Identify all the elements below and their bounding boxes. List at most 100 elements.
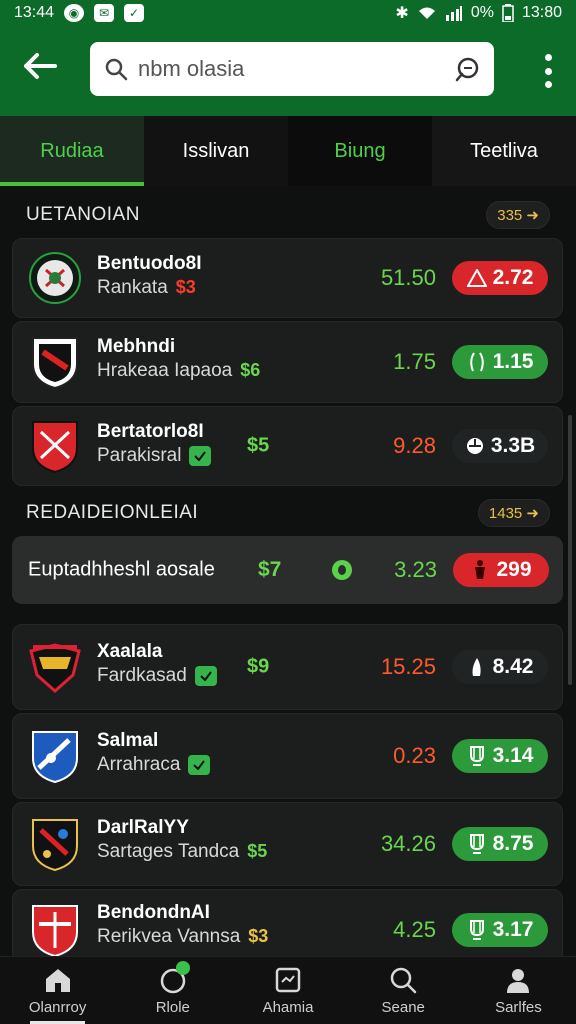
price-tag: $9 — [247, 655, 270, 678]
nav-item-home[interactable]: Olanrroy — [0, 957, 115, 1024]
section-header: REDAIDEIONLEIAI 1435 ➜ — [26, 498, 550, 528]
team-subtitle: Hrakeaa Iapaoa $6 — [97, 360, 261, 381]
odds-value: 1.75 — [393, 349, 436, 374]
back-button[interactable] — [22, 48, 58, 84]
ticket-icon — [188, 754, 211, 775]
odds-value: 15.25 — [380, 654, 436, 679]
section-title: UETANOIAN — [26, 204, 140, 225]
dot-icon — [544, 54, 552, 61]
trophy-icon — [467, 745, 487, 767]
featured-title: Euptadhheshl aosale — [28, 558, 215, 581]
bet-pill[interactable]: 1.15 — [452, 345, 548, 379]
team-name: BendondnAI — [97, 902, 210, 923]
blue-shield-icon — [32, 731, 78, 784]
featured-value: $7 — [258, 558, 282, 581]
app-notification-icon: ✓ — [124, 4, 145, 22]
green-crest-icon — [29, 252, 81, 304]
section-count-badge[interactable]: 1435 ➜ — [477, 499, 550, 527]
odds-value: 4.25 — [393, 917, 436, 942]
bet-pill[interactable]: 3.14 — [452, 739, 548, 773]
nav-item-live[interactable]: Rlole — [115, 957, 230, 1024]
status-clock: 13:80 — [521, 4, 562, 21]
nav-item-bets[interactable]: Ahamia — [230, 957, 345, 1024]
price-tag: $5 — [247, 841, 268, 861]
price-tag: $3 — [175, 277, 196, 297]
search-icon — [105, 58, 128, 81]
nav-label: Seane — [381, 999, 425, 1016]
match-card[interactable]: BendondnAI Rerikvea Vannsa $3 4.25 3.17 — [12, 889, 563, 961]
bet-pill[interactable]: 2.72 — [452, 261, 548, 295]
team-name: DarlRalYY — [97, 817, 189, 838]
voice-search-icon[interactable] — [454, 56, 480, 82]
battery-icon — [502, 4, 514, 22]
section-count-badge[interactable]: 335 ➜ — [486, 201, 550, 229]
match-card[interactable]: Bentuodo8I Rankata $3 51.50 2.72 — [12, 238, 563, 318]
team-name: Xaalala — [97, 641, 163, 662]
chart-icon — [273, 965, 303, 995]
ticket-icon — [189, 445, 212, 466]
tab-teetliva[interactable]: Teetliva — [432, 116, 576, 186]
odds-value: 3.23 — [394, 557, 437, 582]
bet-pill[interactable]: 8.75 — [452, 827, 548, 861]
red-sword-shield-icon — [32, 421, 78, 474]
trophy-icon — [467, 833, 487, 855]
nav-label: Sarlfes — [495, 999, 542, 1016]
bet-pill[interactable]: 3.17 — [452, 913, 548, 947]
pill-value: 299 — [496, 558, 532, 581]
price-tag: $3 — [248, 926, 269, 946]
pill-value: 8.75 — [492, 832, 534, 855]
user-icon — [503, 965, 533, 995]
tab-biung[interactable]: Biung — [288, 116, 432, 186]
tab-isslivan[interactable]: Isslivan — [144, 116, 288, 186]
red-emblem-shield-icon — [32, 905, 78, 958]
team-name: Bertatorlo8I — [97, 421, 204, 442]
pill-value: 3.14 — [492, 744, 534, 767]
bet-pill[interactable]: 299 — [453, 553, 549, 587]
section-header: UETANOIAN 335 ➜ — [26, 200, 550, 230]
live-indicator-icon — [332, 560, 352, 580]
dot-icon — [544, 67, 552, 75]
match-card[interactable]: Bertatorlo8I Parakisral $5 9.28 3.3B — [12, 406, 563, 486]
team-subtitle: Rankata $3 — [97, 277, 196, 298]
search-icon — [388, 965, 418, 995]
dot-icon — [544, 81, 552, 88]
featured-bet-row[interactable]: Euptadhheshl aosale $7 3.23 299 — [12, 536, 563, 604]
section-title: REDAIDEIONLEIAI — [26, 502, 199, 523]
team-name: Mebhndi — [97, 336, 176, 357]
search-input[interactable] — [138, 56, 454, 82]
signal-icon — [445, 6, 462, 21]
tab-rudiaa[interactable]: Rudiaa — [0, 116, 144, 186]
overflow-menu-button[interactable] — [542, 54, 554, 88]
ball-icon — [465, 435, 485, 457]
price-tag: $5 — [247, 434, 270, 457]
odds-value: 34.26 — [380, 831, 436, 856]
match-card[interactable]: DarlRalYY Sartages Tandca $5 34.26 8.75 — [12, 802, 563, 886]
nav-item-profile[interactable]: Sarlfes — [461, 957, 576, 1024]
team-subtitle: Parakisral — [97, 445, 212, 467]
bet-pill[interactable]: 8.42 — [452, 650, 548, 684]
battery-percent: 0% — [470, 4, 494, 21]
warning-icon — [466, 267, 487, 289]
nav-label: Rlole — [155, 999, 190, 1016]
scrollbar[interactable] — [568, 415, 572, 685]
odds-value: 51.50 — [380, 265, 436, 290]
match-card[interactable]: Salmal Arrahraca 0.23 3.14 — [12, 713, 563, 799]
ticket-icon — [194, 665, 217, 686]
match-card[interactable]: Xaalala Fardkasad $9 15.25 8.42 — [12, 624, 563, 710]
team-name: Bentuodo8I — [97, 253, 202, 274]
odds-value: 0.23 — [393, 743, 436, 768]
black-red-shield-icon — [32, 337, 78, 390]
search-bar[interactable] — [90, 42, 494, 96]
match-card[interactable]: Mebhndi Hrakeaa Iapaoa $6 1.75 1.15 — [12, 321, 563, 403]
status-bar: 13:44 ◉ ✉ ✓ ✱ 0% 13:80 — [0, 0, 576, 26]
price-tag: $6 — [240, 360, 261, 380]
pill-value: 1.15 — [492, 350, 534, 373]
trophy-icon — [467, 919, 487, 941]
arrow-left-icon — [24, 53, 57, 79]
nav-item-search[interactable]: Seane — [346, 957, 461, 1024]
bet-pill[interactable]: 3.3B — [452, 429, 548, 463]
black-colorful-shield-icon — [32, 819, 78, 872]
nav-label: Ahamia — [262, 999, 314, 1016]
red-yellow-crest-icon — [29, 643, 81, 694]
live-icon — [158, 961, 190, 995]
